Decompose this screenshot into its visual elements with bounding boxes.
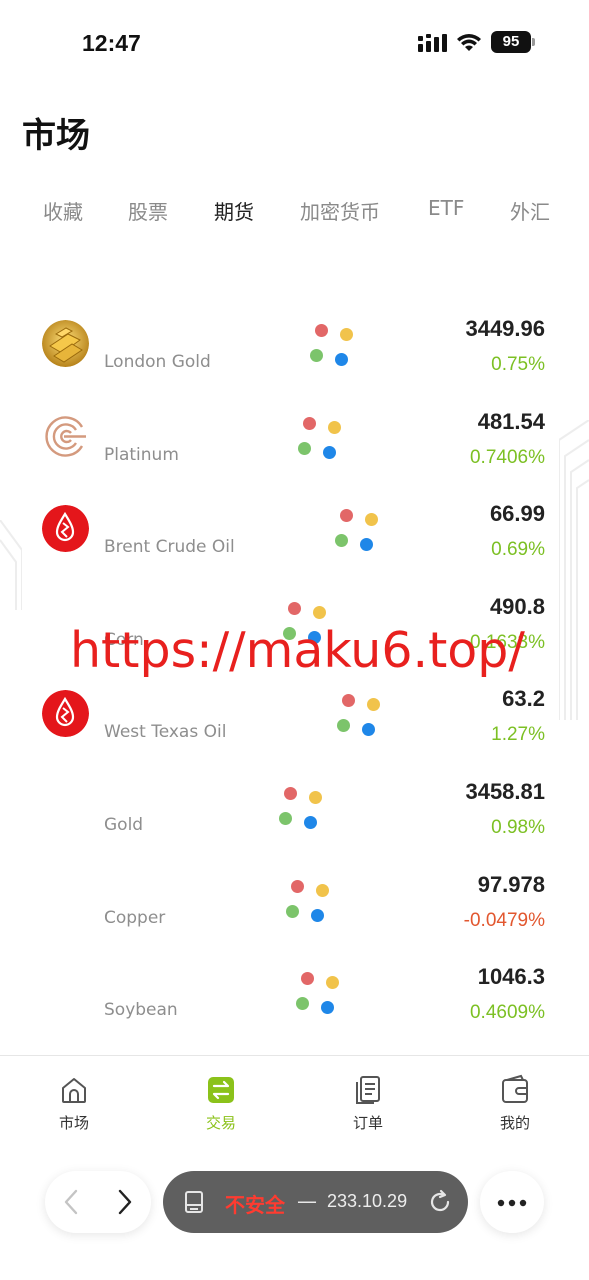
orders-icon <box>356 1076 380 1104</box>
signal-icon <box>418 34 447 52</box>
market-row[interactable]: London Gold 3449.96 0.75% <box>0 300 589 392</box>
oil-drop-icon <box>42 690 89 737</box>
market-name: Copper <box>104 908 166 928</box>
url-text: 233.10.29 <box>327 1191 408 1211</box>
url-separator: — <box>297 1189 317 1213</box>
market-change: 0.4609% <box>469 1002 545 1023</box>
gold-bars-icon <box>42 320 89 367</box>
history-nav <box>45 1171 151 1233</box>
nav-market[interactable]: 市场 <box>34 1074 114 1133</box>
forward-arrow-icon[interactable] <box>111 1188 137 1216</box>
market-row[interactable]: Platinum 481.54 0.7406% <box>0 393 589 485</box>
page-icon <box>185 1191 203 1213</box>
market-price: 1046.3 <box>477 964 545 989</box>
tab-stocks[interactable]: 股票 <box>128 196 168 225</box>
category-tabs: 收藏 股票 期货 加密货币 ETF 外汇 <box>0 196 589 236</box>
more-icon <box>497 1199 527 1207</box>
market-name: Gold <box>104 815 144 835</box>
market-name: Soybean <box>104 1000 178 1020</box>
wifi-icon <box>457 34 481 51</box>
nav-trade[interactable]: 交易 <box>181 1074 261 1133</box>
battery-level: 95 <box>491 31 531 53</box>
home-icon <box>62 1078 86 1103</box>
market-name: London Gold <box>104 352 211 372</box>
dots-icon <box>337 692 382 738</box>
tab-etf[interactable]: ETF <box>428 196 464 220</box>
market-change: 0.75% <box>491 354 545 375</box>
tab-forex[interactable]: 外汇 <box>510 196 550 225</box>
nav-label: 市场 <box>58 1114 89 1132</box>
nav-label: 交易 <box>205 1114 236 1132</box>
dots-icon <box>279 785 324 831</box>
market-price: 3458.81 <box>465 779 545 804</box>
nav-label: 我的 <box>499 1114 530 1132</box>
dots-icon <box>298 415 343 461</box>
exchange-icon <box>208 1077 234 1103</box>
market-row[interactable]: Copper 97.978 -0.0479% <box>0 856 589 948</box>
browser-toolbar: 不安全 — 233.10.29 <box>0 1160 589 1250</box>
market-row[interactable]: Soybean 1046.3 0.4609% <box>0 948 589 1040</box>
status-time: 12:47 <box>82 30 141 56</box>
market-price: 66.99 <box>489 501 545 526</box>
dots-icon <box>335 507 380 553</box>
back-arrow-icon[interactable] <box>59 1188 85 1216</box>
wallet-icon <box>502 1074 528 1103</box>
market-change: 0.69% <box>491 539 545 560</box>
nav-label: 订单 <box>352 1114 383 1132</box>
market-price: 481.54 <box>477 409 545 434</box>
dots-icon <box>310 322 355 368</box>
market-price: 63.2 <box>502 686 545 711</box>
market-name: Platinum <box>104 445 179 465</box>
market-change: 1.27% <box>491 724 545 745</box>
market-change: 0.98% <box>491 817 545 838</box>
reload-icon[interactable] <box>427 1189 453 1215</box>
tab-favorites[interactable]: 收藏 <box>43 196 83 225</box>
market-name: Brent Crude Oil <box>104 537 235 557</box>
nav-mine[interactable]: 我的 <box>475 1074 555 1133</box>
tab-futures[interactable]: 期货 <box>214 196 254 225</box>
battery-icon: 95 <box>491 31 535 53</box>
address-bar[interactable]: 不安全 — 233.10.29 <box>163 1171 468 1233</box>
market-row[interactable]: Brent Crude Oil 66.99 0.69% <box>0 485 589 577</box>
dots-icon <box>296 970 341 1016</box>
insecure-label: 不安全 <box>225 1193 285 1217</box>
market-price: 3449.96 <box>465 316 545 341</box>
platinum-logo-icon <box>42 413 89 460</box>
nav-orders[interactable]: 订单 <box>328 1074 408 1133</box>
market-price: 490.8 <box>489 594 545 619</box>
oil-drop-icon <box>42 505 89 552</box>
market-row[interactable]: Gold 3458.81 0.98% <box>0 763 589 855</box>
tab-crypto[interactable]: 加密货币 <box>300 196 380 225</box>
market-change: 0.7406% <box>469 447 545 468</box>
url-watermark: https://maku6.top/ <box>70 622 525 679</box>
market-name: West Texas Oil <box>104 722 227 742</box>
market-price: 97.978 <box>477 872 545 897</box>
dots-icon <box>286 878 331 924</box>
more-button[interactable] <box>480 1171 544 1233</box>
bottom-nav: 市场 交易 订单 我的 <box>0 1055 589 1155</box>
market-row[interactable]: West Texas Oil 63.2 1.27% <box>0 670 589 762</box>
status-bar: 12:47 95 <box>0 0 589 88</box>
market-change: -0.0479% <box>463 910 545 931</box>
page-title: 市场 <box>22 116 90 156</box>
